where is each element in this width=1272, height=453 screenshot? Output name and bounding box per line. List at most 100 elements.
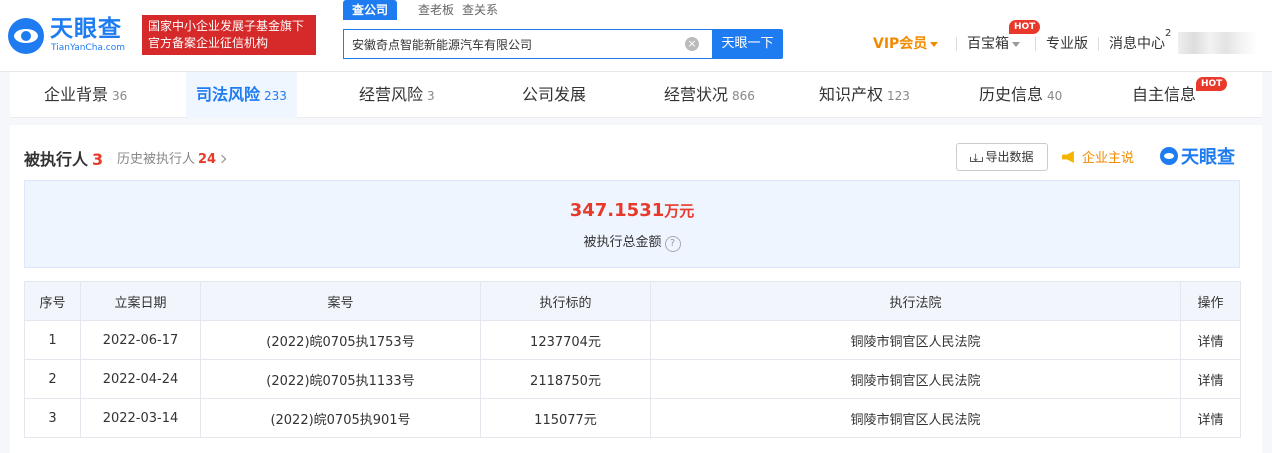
category-tabs: 企业背景 36 司法风险 233 经营风险 3 公司发展 经营状况 866 知识产权 12… [10, 72, 1262, 118]
cell-case-number: (2022)皖0705执1753号 [200, 320, 481, 360]
search-tab-boss[interactable]: 查老板 [418, 0, 454, 20]
cell-execution-amount: 1237704元 [480, 320, 651, 360]
cell-case-number: (2022)皖0705执1133号 [200, 359, 481, 399]
tab-company-development[interactable]: 公司发展 [522, 72, 586, 118]
header-index: 序号 [24, 281, 81, 321]
tab-legal-risk[interactable]: 司法风险 233 [186, 72, 297, 118]
cell-court: 铜陵市铜官区人民法院 [650, 398, 1181, 438]
brand-say-label: 企业主说 [1082, 151, 1135, 166]
executed-person-table: 序号 立案日期 案号 执行标的 执行法院 操作 1 2022-06-17 (20… [24, 281, 1241, 438]
search-box: × [343, 29, 712, 59]
tab-self-info[interactable]: 自主信息 [1132, 72, 1196, 118]
cell-filing-date: 2022-03-14 [80, 398, 201, 438]
slogan-line-2: 官方备案企业征信机构 [148, 36, 269, 50]
tab-business-status[interactable]: 经营状况 866 [664, 72, 755, 118]
nav-divider [1098, 37, 1099, 51]
help-icon[interactable]: ? [664, 236, 681, 252]
chevron-right-icon [217, 154, 227, 164]
executed-person-panel: 被执行人3 历史被执行人24 导出数据 企业主说 天眼查 347.1531万元 … [10, 125, 1262, 453]
cell-court: 铜陵市铜官区人民法院 [650, 320, 1181, 360]
header-action: 操作 [1180, 281, 1241, 321]
tab-count: 123 [887, 89, 910, 103]
detail-link[interactable]: 详情 [1180, 320, 1241, 360]
message-center-link[interactable]: 消息中心 [1109, 34, 1165, 54]
search-tab-company[interactable]: 查公司 [343, 0, 398, 20]
slogan-line-1: 国家中小企业发展子基金旗下 [148, 19, 305, 33]
header-case-number: 案号 [200, 281, 481, 321]
history-label: 历史被执行人 [117, 152, 196, 167]
table-header-row: 序号 立案日期 案号 执行标的 执行法院 操作 [24, 281, 1241, 321]
table-row: 2 2022-04-24 (2022)皖0705执1133号 2118750元 … [24, 359, 1241, 399]
detail-link[interactable]: 详情 [1180, 398, 1241, 438]
slogan-banner: 国家中小企业发展子基金旗下 官方备案企业征信机构 [142, 15, 316, 55]
tab-history-info[interactable]: 历史信息 40 [979, 72, 1062, 118]
search-input[interactable] [344, 30, 674, 58]
tab-label: 企业背景 [44, 85, 109, 104]
download-icon [970, 146, 984, 172]
tab-label: 自主信息 [1132, 85, 1197, 104]
tab-count: 36 [112, 89, 128, 103]
total-label-text: 被执行总金额 [583, 235, 662, 250]
section-title: 被执行人 3 [24, 146, 103, 170]
header-filing-date: 立案日期 [80, 281, 201, 321]
hot-badge: HOT [1196, 77, 1228, 91]
pro-version-link[interactable]: 专业版 [1046, 34, 1088, 54]
top-header: 天眼查 TianYanCha.com 国家中小企业发展子基金旗下 官方备案企业征… [0, 0, 1272, 72]
cell-filing-date: 2022-04-24 [80, 359, 201, 399]
section-count: 3 [92, 150, 104, 169]
tab-label: 知识产权 [819, 85, 884, 104]
cell-execution-amount: 2118750元 [480, 359, 651, 399]
nav-divider [956, 37, 957, 51]
chevron-down-icon [1012, 41, 1020, 47]
tab-count: 233 [264, 89, 287, 103]
clear-icon[interactable]: × [685, 37, 699, 51]
total-amount-summary: 347.1531万元 被执行总金额? [24, 180, 1240, 268]
logo-text: 天眼查 [50, 16, 122, 42]
nav-divider [1035, 37, 1036, 51]
tab-company-background[interactable]: 企业背景 36 [44, 72, 127, 118]
vip-label: VIP会员 [873, 36, 928, 52]
brand-say-link[interactable]: 企业主说 [1062, 147, 1134, 166]
baibaoxiang-menu[interactable]: 百宝箱 [967, 34, 1020, 54]
section-title-label: 被执行人 [24, 150, 89, 169]
tab-intellectual-property[interactable]: 知识产权 123 [819, 72, 910, 118]
tab-label: 经营状况 [664, 85, 729, 104]
history-executed-link[interactable]: 历史被执行人 24 [117, 148, 227, 167]
eye-logo-icon [8, 18, 44, 54]
header-court: 执行法院 [650, 281, 1181, 321]
cell-case-number: (2022)皖0705执901号 [200, 398, 481, 438]
header-execution-amount: 执行标的 [480, 281, 651, 321]
table-row: 3 2022-03-14 (2022)皖0705执901号 115077元 铜陵… [24, 398, 1241, 438]
tab-label: 经营风险 [359, 85, 424, 104]
tianyancha-watermark-logo: 天眼查 [1160, 143, 1235, 169]
tianyancha-logo[interactable]: 天眼查 TianYanCha.com [8, 16, 138, 58]
tab-label: 司法风险 [196, 85, 261, 104]
tab-label: 历史信息 [979, 85, 1044, 104]
history-count: 24 [198, 152, 217, 167]
total-amount-label: 被执行总金额? [25, 231, 1239, 252]
user-avatar[interactable] [1178, 32, 1258, 54]
logo-domain: TianYanCha.com [51, 43, 126, 53]
search-tab-relation[interactable]: 查关系 [462, 0, 498, 20]
table-row: 1 2022-06-17 (2022)皖0705执1753号 1237704元 … [24, 320, 1241, 360]
tab-count: 3 [427, 89, 435, 103]
brand-logo-text: 天眼查 [1181, 147, 1235, 168]
total-amount: 347.1531万元 [25, 200, 1239, 221]
search-button[interactable]: 天眼一下 [712, 29, 783, 59]
tab-count: 866 [732, 89, 755, 103]
total-amount-value: 347.1531 [569, 200, 665, 221]
vip-menu[interactable]: VIP会员 [873, 34, 939, 54]
tab-operating-risk[interactable]: 经营风险 3 [359, 72, 435, 118]
hot-badge: HOT [1009, 20, 1041, 34]
cell-index: 2 [24, 359, 81, 399]
cell-court: 铜陵市铜官区人民法院 [650, 359, 1181, 399]
cell-index: 1 [24, 320, 81, 360]
chevron-down-icon [930, 41, 939, 47]
baibaoxiang-label: 百宝箱 [967, 36, 1009, 52]
eye-logo-icon [1160, 147, 1178, 165]
export-label: 导出数据 [985, 150, 1034, 164]
message-count-badge: 2 [1165, 28, 1172, 39]
detail-link[interactable]: 详情 [1180, 359, 1241, 399]
export-data-button[interactable]: 导出数据 [956, 143, 1048, 172]
total-amount-unit: 万元 [664, 202, 695, 220]
